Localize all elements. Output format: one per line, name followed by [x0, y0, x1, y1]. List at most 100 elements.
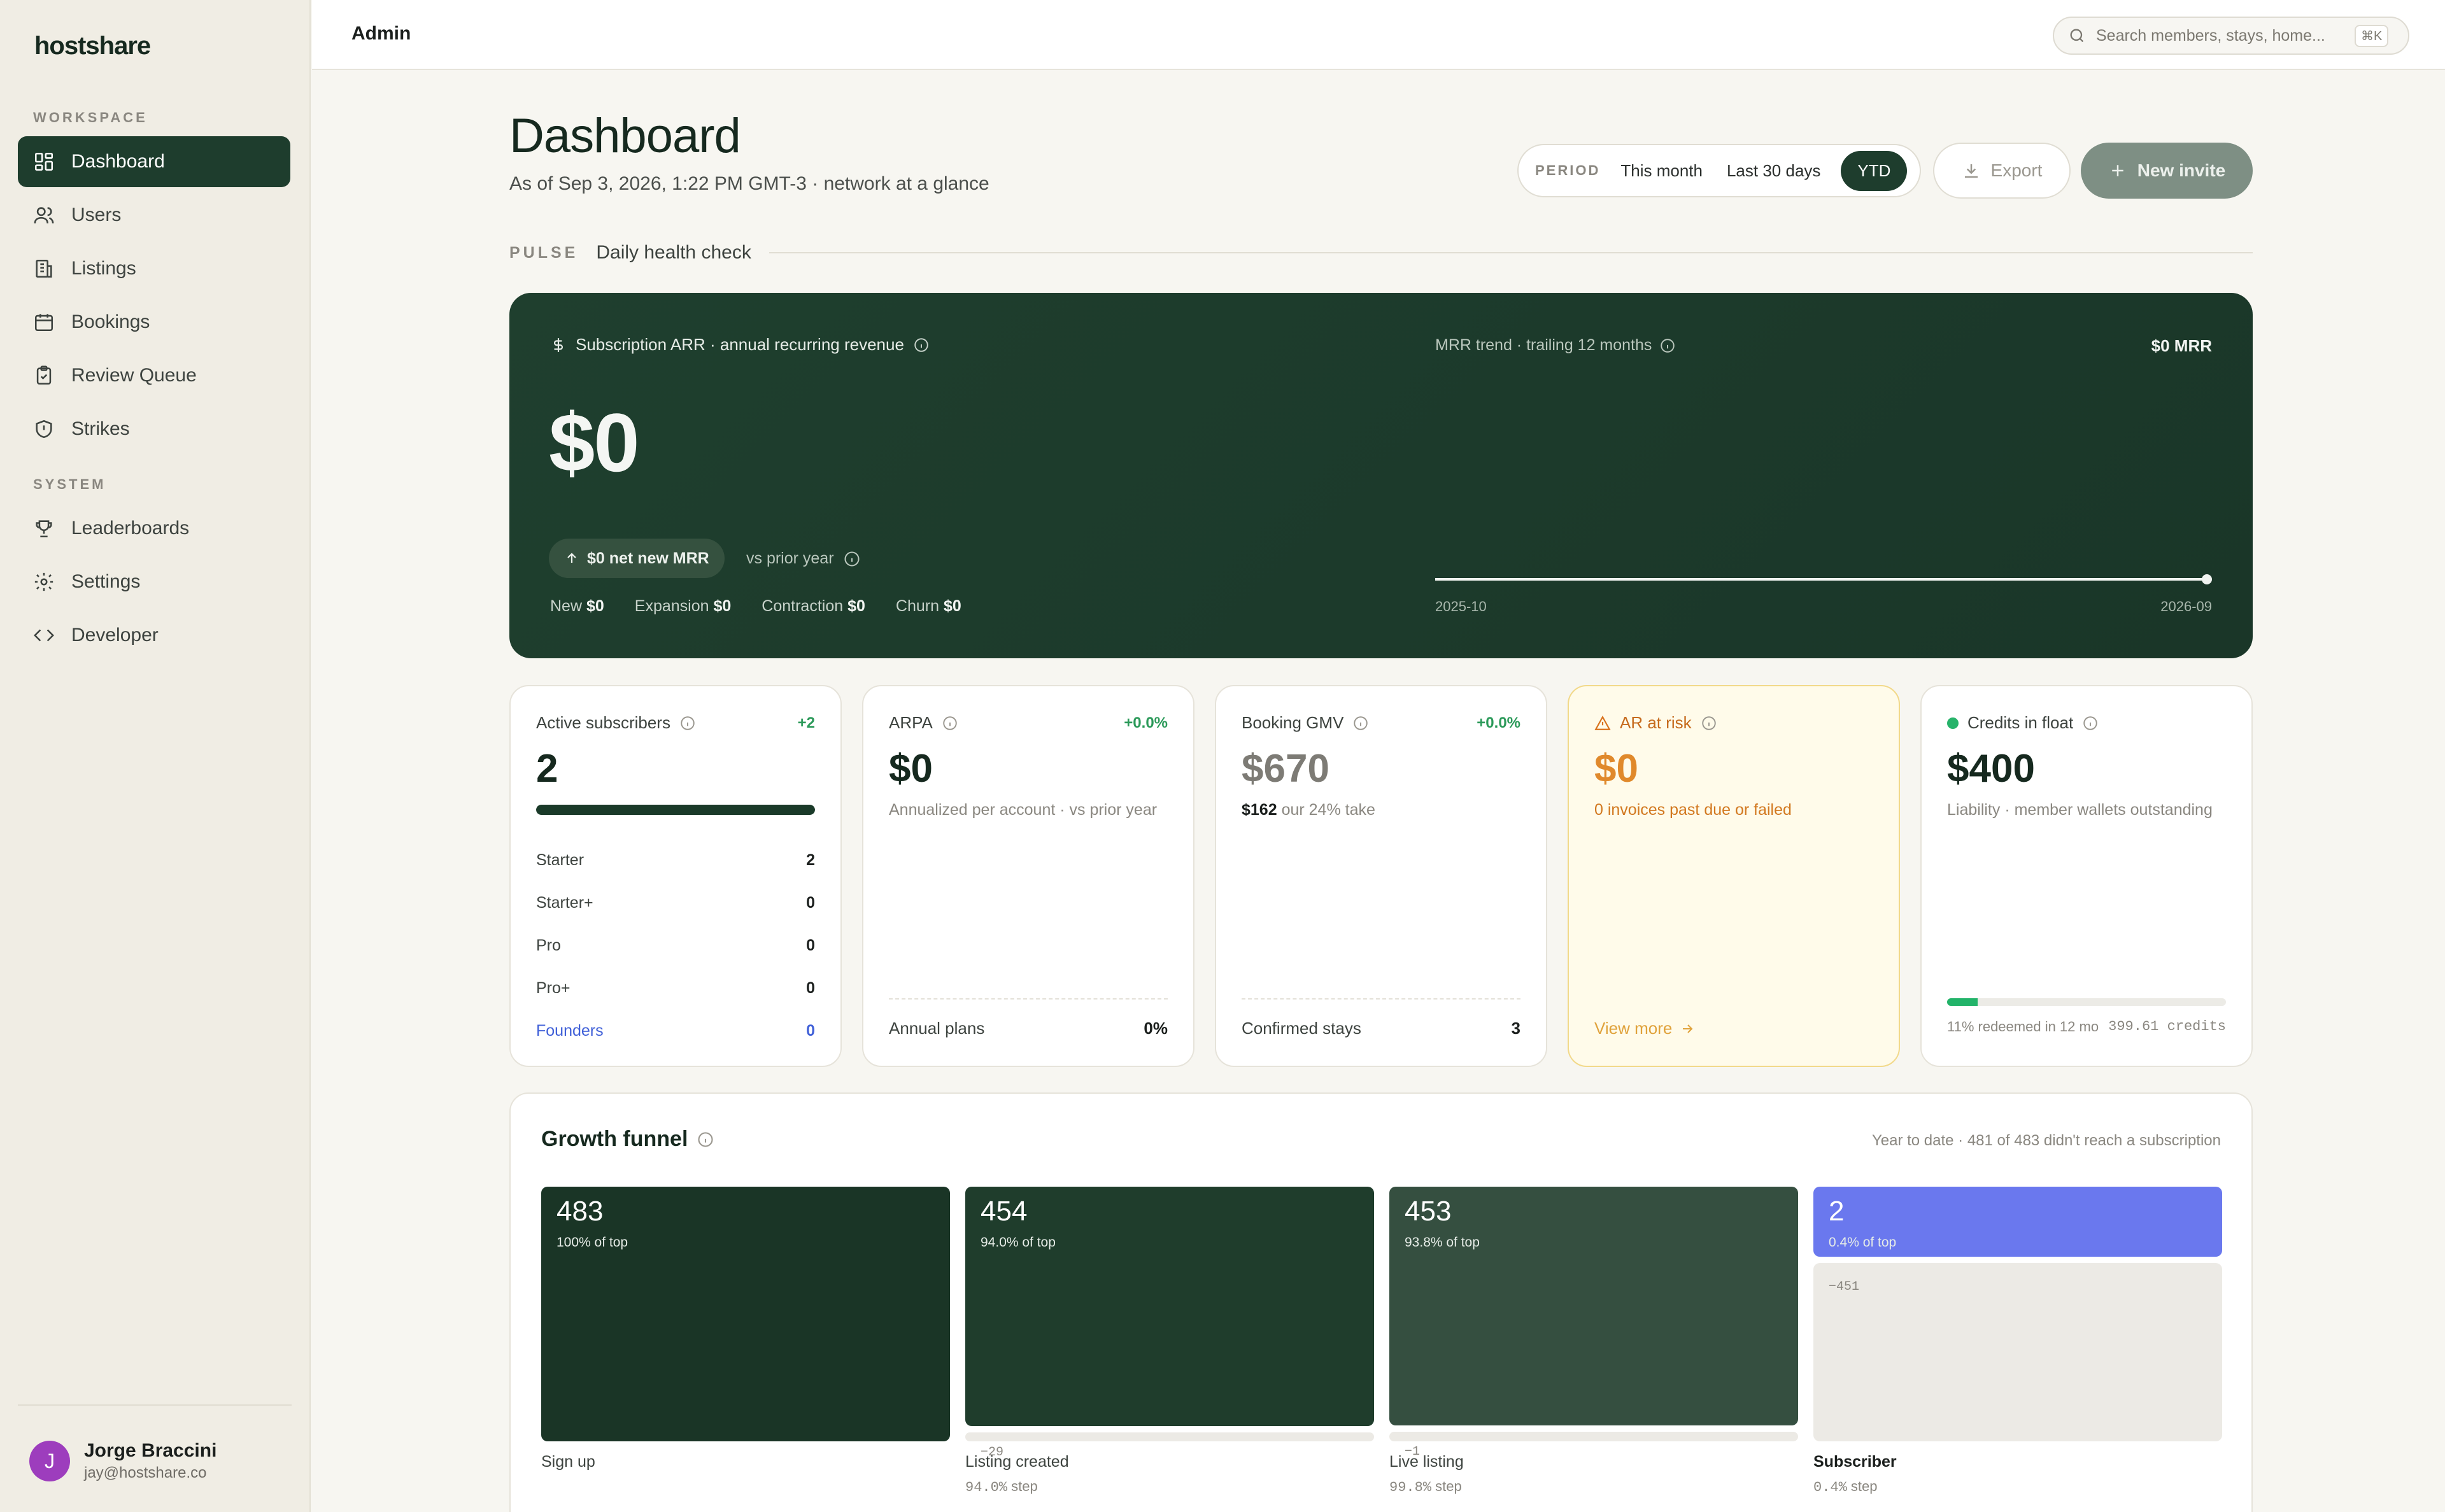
- tier-list: Starter 2 Starter+ 0 Pro 0 Pro+ 0 Founders 0: [536, 839, 815, 1052]
- sidebar-item-bookings[interactable]: Bookings: [18, 297, 290, 348]
- kpi-label: AR at risk: [1594, 713, 1717, 733]
- funnel-dropoff: −451: [1813, 1263, 2222, 1441]
- founders-link[interactable]: Founders 0: [536, 1010, 815, 1052]
- subscribers-progress-fill: [536, 805, 815, 815]
- info-icon[interactable]: [913, 337, 930, 353]
- kpi-delta: +0.0%: [1124, 714, 1168, 731]
- breakdown-new: New $0: [550, 597, 604, 616]
- arr-label: Subscription ARR · annual recurring reve…: [550, 335, 930, 355]
- kpi-footer: Confirmed stays 3: [1242, 998, 1520, 1038]
- kpi-delta: +2: [797, 714, 815, 731]
- info-icon[interactable]: [942, 715, 958, 731]
- tier-count: 2: [806, 851, 815, 869]
- code-icon: [34, 629, 54, 642]
- dollar-icon: [554, 337, 563, 352]
- kpi-card-ar-at-risk[interactable]: AR at risk $0 0 invoices past due or fai…: [1568, 685, 1900, 1067]
- kpi-card-booking-gmv[interactable]: Booking GMV +0.0% $670 $162 our 24% take…: [1215, 685, 1547, 1067]
- funnel-stage-step: 94.0% step: [965, 1478, 1038, 1495]
- kpi-footer-label: Confirmed stays: [1242, 1019, 1361, 1038]
- kpi-note: 0 invoices past due or failed: [1594, 801, 1792, 819]
- period-selector: PERIOD This month Last 30 days YTD: [1517, 144, 1921, 197]
- funnel-stage-name: Live listing: [1389, 1453, 1464, 1471]
- info-icon[interactable]: [679, 715, 696, 731]
- breakdown-label: New: [550, 597, 583, 615]
- warning-icon: [1594, 715, 1611, 730]
- sidebar-item-leaderboards[interactable]: Leaderboards: [18, 503, 290, 554]
- net-new-mrr-text: $0 net new MRR: [587, 549, 709, 567]
- new-invite-button[interactable]: New invite: [2081, 143, 2253, 199]
- kpi-card-active-subscribers[interactable]: Active subscribers +2 2 Starter 2 Starter…: [509, 685, 842, 1067]
- sidebar-item-developer[interactable]: Developer: [18, 610, 290, 661]
- breakdown-label: Expansion: [634, 597, 709, 615]
- info-icon[interactable]: [2082, 715, 2099, 731]
- funnel-meta: Year to date · 481 of 483 didn't reach a…: [1871, 1132, 2221, 1149]
- funnel-stage-step: 99.8% step: [1389, 1478, 1462, 1495]
- funnel-stage-step: 0.4% step: [1813, 1478, 1878, 1495]
- kpi-value: $0: [1594, 747, 1638, 791]
- export-button[interactable]: Export: [1933, 143, 2071, 199]
- funnel-stage-percent: 93.8% of top: [1405, 1235, 1480, 1250]
- tier-count: 0: [806, 979, 815, 997]
- period-option-ytd[interactable]: YTD: [1841, 150, 1908, 191]
- funnel-title-text: Growth funnel: [541, 1127, 688, 1151]
- user-profile[interactable]: J Jorge Braccini jay@hostshare.co: [29, 1440, 216, 1482]
- period-option-last-30-days[interactable]: Last 30 days: [1723, 152, 1824, 190]
- mrr-trend-text: MRR trend · trailing 12 months: [1435, 336, 1652, 354]
- funnel-stage-bar: 2 0.4% of top: [1813, 1187, 2222, 1257]
- period-option-this-month[interactable]: This month: [1617, 152, 1706, 190]
- kpi-card-credits-in-float[interactable]: Credits in float $400 Liability · member…: [1920, 685, 2253, 1067]
- sidebar-item-dashboard[interactable]: Dashboard: [18, 136, 290, 187]
- sidebar-item-strikes[interactable]: Strikes: [18, 404, 290, 455]
- brand-logo[interactable]: hostshare: [34, 32, 151, 60]
- kpi-label-text: Active subscribers: [536, 713, 670, 732]
- vs-prior-year-text: vs prior year: [746, 549, 834, 567]
- sidebar-item-listings[interactable]: Listings: [18, 243, 290, 294]
- funnel-stage-value: 483: [556, 1196, 604, 1227]
- kpi-value: $0: [889, 747, 933, 791]
- trend-end-label: 2026-09: [2160, 598, 2212, 614]
- avatar: J: [29, 1441, 70, 1481]
- mrr-trend-label: MRR trend · trailing 12 months: [1435, 336, 1676, 355]
- take-text: our 24% take: [1277, 801, 1375, 819]
- kpi-note: Annualized per account · vs prior year: [889, 801, 1158, 819]
- download-icon: [1964, 164, 1978, 178]
- net-new-mrr-badge: $0 net new MRR: [549, 539, 725, 578]
- info-icon[interactable]: [1659, 337, 1676, 354]
- kpi-footer-label: Annual plans: [889, 1019, 985, 1038]
- kpi-value: $400: [1947, 747, 2035, 791]
- kpi-card-arpa[interactable]: ARPA +0.0% $0 Annualized per account · v…: [862, 685, 1194, 1067]
- sidebar-item-settings[interactable]: Settings: [18, 556, 290, 607]
- funnel-dropoff-value: −451: [1829, 1280, 1860, 1294]
- mrr-breakdown: New $0 Expansion $0 Contraction $0 Churn…: [550, 597, 961, 616]
- kpi-delta: +0.0%: [1477, 714, 1520, 731]
- funnel-dropoff: −1: [1389, 1432, 1798, 1459]
- tier-name: Pro: [536, 936, 561, 954]
- sidebar-item-review-queue[interactable]: Review Queue: [18, 350, 290, 401]
- search-input[interactable]: [2096, 26, 2344, 45]
- list-item: Starter 2: [536, 839, 815, 882]
- info-icon[interactable]: [843, 550, 861, 568]
- info-icon[interactable]: [1701, 715, 1717, 731]
- search-icon: [2070, 29, 2084, 43]
- funnel-stage-name: Listing created: [965, 1453, 1069, 1471]
- info-icon[interactable]: [697, 1131, 714, 1148]
- kpi-label-text: Booking GMV: [1242, 713, 1344, 732]
- sidebar-item-label: Settings: [71, 571, 141, 592]
- view-more-text: View more: [1594, 1019, 1673, 1038]
- gear-icon: [34, 572, 53, 591]
- view-more-link[interactable]: View more: [1594, 1019, 1695, 1038]
- search-box[interactable]: ⌘K: [2053, 17, 2409, 55]
- building-icon: [36, 259, 52, 278]
- sidebar-item-label: Developer: [71, 625, 159, 646]
- mrr-trend-point[interactable]: [2202, 574, 2212, 584]
- funnel-stage-value: 2: [1829, 1196, 1845, 1227]
- sidebar-item-users[interactable]: Users: [18, 190, 290, 241]
- info-icon[interactable]: [1352, 715, 1369, 731]
- calendar-icon: [34, 314, 53, 332]
- kpi-footer-value: 0%: [1144, 1019, 1168, 1038]
- sidebar-item-label: Users: [71, 204, 122, 225]
- funnel-step-suffix: step: [1007, 1478, 1038, 1494]
- sidebar-divider: [18, 1404, 292, 1406]
- clipboard-check-icon: [36, 365, 52, 385]
- kpi-note: $162 our 24% take: [1242, 798, 1522, 822]
